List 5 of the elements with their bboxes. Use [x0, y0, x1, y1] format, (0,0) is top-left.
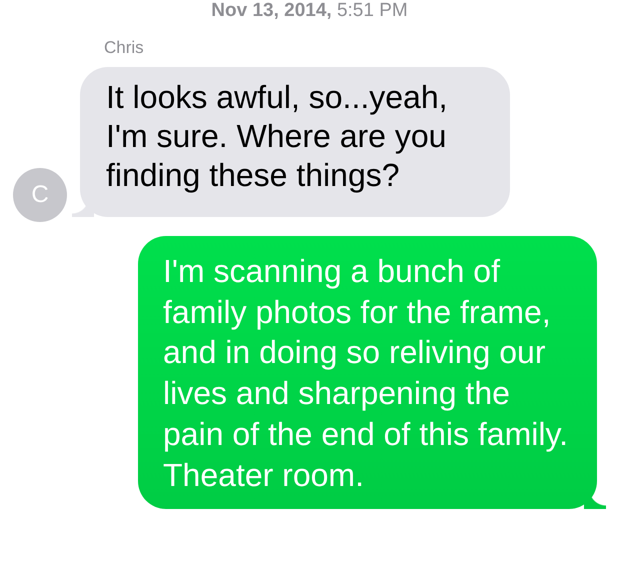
message-bubble: It looks awful, so...yeah, I'm sure. Where are you finding these things? — [80, 67, 510, 217]
avatar[interactable]: C — [13, 168, 67, 222]
sender-name: Chris — [104, 38, 144, 58]
message-bubble: I'm scanning a bunch of family photos for the frame, and in doing so reliving our lives and sharpening the pain of the end of this family. Theater room. — [138, 236, 597, 510]
timestamp: Nov 13, 2014, 5:51 PM — [211, 0, 408, 21]
